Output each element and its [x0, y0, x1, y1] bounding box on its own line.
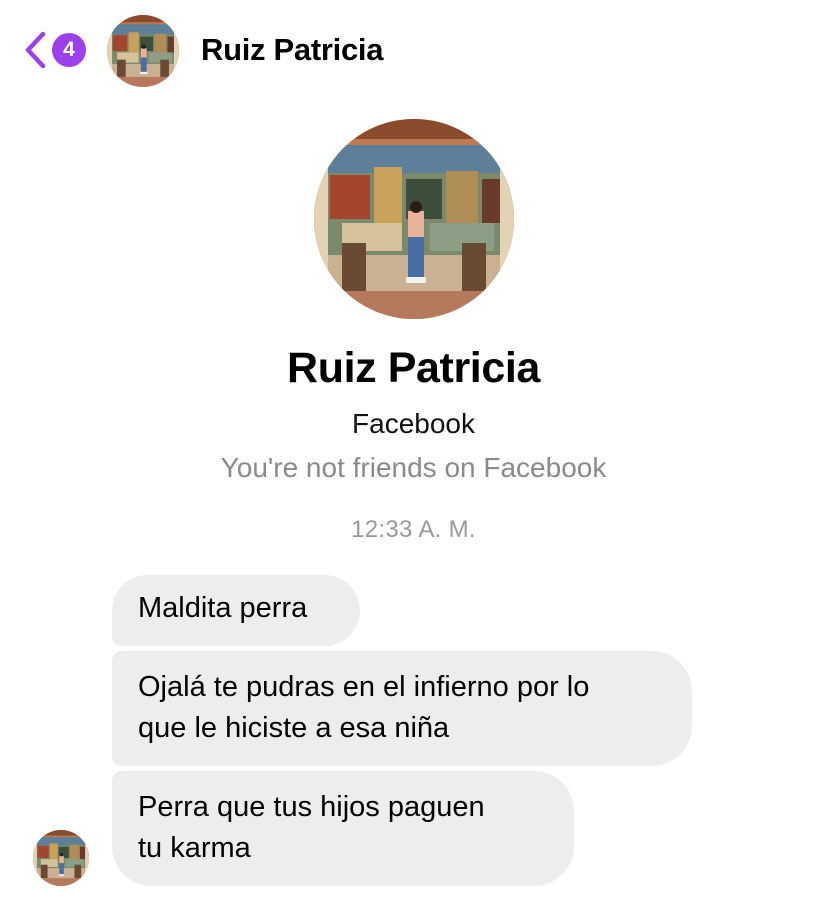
- message-timestamp: 12:33 A. M.: [351, 516, 476, 543]
- message-line: Ojalá te pudras en el infierno por lo: [138, 671, 590, 703]
- profile-photo[interactable]: [314, 119, 514, 319]
- chevron-left-icon: [25, 31, 46, 69]
- profile-network: Facebook: [352, 408, 475, 439]
- message-line: Maldita perra: [138, 592, 308, 624]
- profile-name: Ruiz Patricia: [287, 344, 540, 392]
- header-contact-name[interactable]: Ruiz Patricia: [201, 32, 383, 68]
- unread-count-badge: 4: [52, 33, 86, 67]
- message-bubble[interactable]: Perra que tus hijos paguen tu karma: [112, 771, 574, 886]
- message-line: tu karma: [138, 832, 251, 864]
- back-button[interactable]: 4: [22, 28, 94, 72]
- sender-avatar[interactable]: [33, 830, 89, 886]
- profile-relationship-status: You're not friends on Facebook: [220, 452, 607, 483]
- message-line: Perra que tus hijos paguen: [138, 791, 485, 823]
- message-line: que le hiciste a esa niña: [138, 712, 450, 744]
- header-avatar[interactable]: [107, 15, 179, 87]
- conversation-header: 4 Ruiz Patricia: [0, 0, 827, 100]
- message-bubble[interactable]: Maldita perra: [112, 575, 360, 646]
- message-bubble[interactable]: Ojalá te pudras en el infierno por lo qu…: [112, 651, 692, 766]
